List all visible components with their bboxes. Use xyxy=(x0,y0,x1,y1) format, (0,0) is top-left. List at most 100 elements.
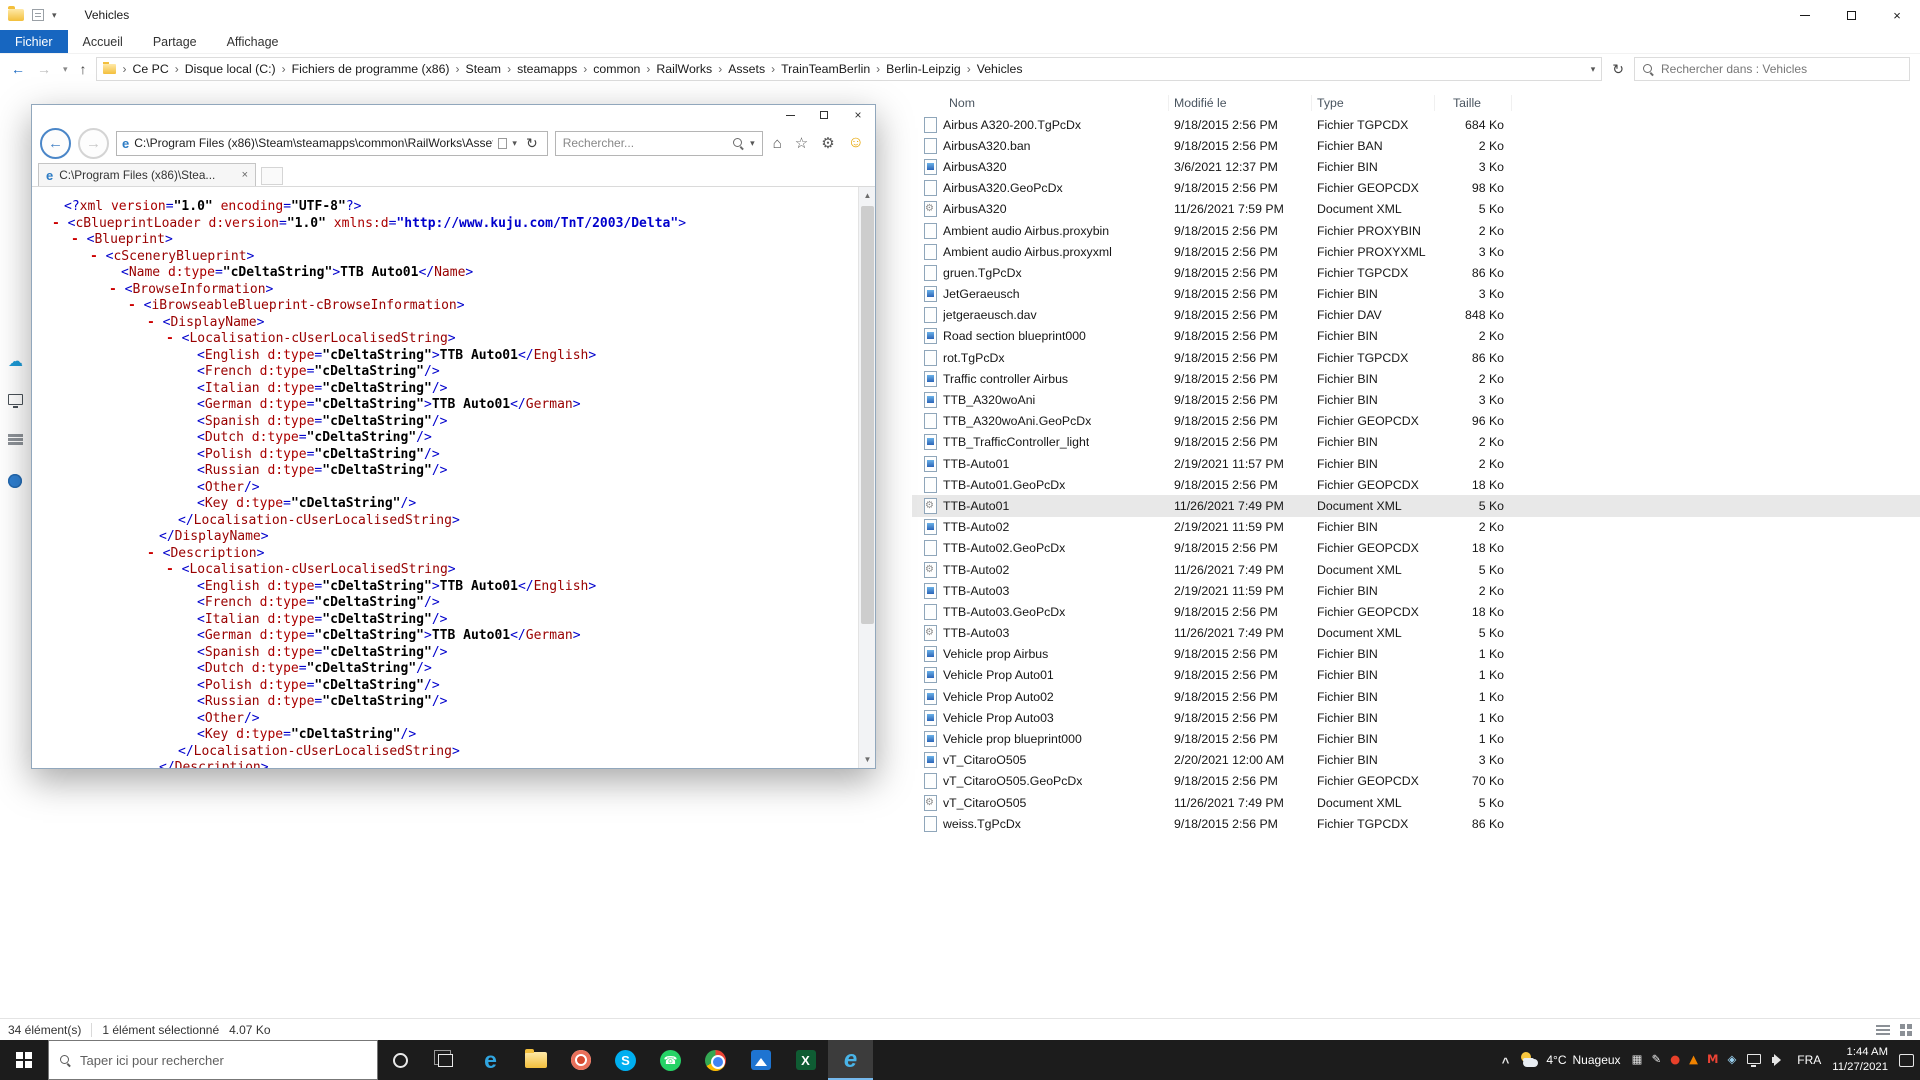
file-row[interactable]: Vehicle Prop Auto019/18/2015 2:56 PMFich… xyxy=(912,665,1920,686)
details-view-button[interactable] xyxy=(1876,1025,1890,1035)
this-pc-icon[interactable] xyxy=(8,394,23,405)
tray-grid-app-icon[interactable]: ▦ xyxy=(1632,1054,1643,1066)
xml-collapse-marker[interactable]: - xyxy=(147,315,155,330)
clock[interactable]: 1:44 AM 11/27/2021 xyxy=(1832,1045,1888,1076)
hidden-icons-chevron-icon[interactable]: ^ xyxy=(1502,1055,1510,1070)
tray-diamond-app-icon[interactable]: ◈ xyxy=(1727,1054,1736,1066)
refresh-icon[interactable]: ↻ xyxy=(1608,61,1628,78)
tab-partage[interactable]: Partage xyxy=(138,30,212,53)
file-row[interactable]: TTB-Auto022/19/2021 11:59 PMFichier BIN2… xyxy=(912,517,1920,538)
recent-locations-chevron-icon[interactable]: ▾ xyxy=(60,65,71,74)
tray-orange-app-icon[interactable]: ▲ xyxy=(1689,1054,1698,1066)
ie-forward-button[interactable]: → xyxy=(78,128,109,159)
whatsapp-taskbar-button[interactable]: ☎ xyxy=(648,1040,693,1080)
skype-taskbar-button[interactable]: S xyxy=(603,1040,648,1080)
back-button[interactable]: ← xyxy=(8,62,28,76)
file-row[interactable]: Ambient audio Airbus.proxybin9/18/2015 2… xyxy=(912,220,1920,241)
tab-fichier[interactable]: Fichier xyxy=(0,30,68,53)
ie-tab-close-icon[interactable]: × xyxy=(242,169,248,181)
breadcrumb-item[interactable]: Assets xyxy=(725,62,768,76)
breadcrumb-item[interactable]: Ce PC xyxy=(130,62,172,76)
breadcrumb-chevron-icon[interactable]: › xyxy=(120,62,130,76)
edge-taskbar-button[interactable]: e xyxy=(468,1040,513,1080)
xml-collapse-marker[interactable]: - xyxy=(166,562,174,577)
file-row[interactable]: vT_CitaroO50511/26/2021 7:49 PMDocument … xyxy=(912,792,1920,813)
column-header-name[interactable]: Nom xyxy=(912,95,1169,111)
file-row[interactable]: Ambient audio Airbus.proxyxml9/18/2015 2… xyxy=(912,241,1920,262)
file-row[interactable]: AirbusA320.ban9/18/2015 2:56 PMFichier B… xyxy=(912,135,1920,156)
onedrive-icon[interactable]: ☁ xyxy=(8,352,23,370)
breadcrumb-chevron-icon[interactable]: › xyxy=(279,62,289,76)
file-row[interactable]: TTB-Auto03.GeoPcDx9/18/2015 2:56 PMFichi… xyxy=(912,601,1920,622)
photos-taskbar-button[interactable] xyxy=(738,1040,783,1080)
file-row[interactable]: TTB_TrafficController_light9/18/2015 2:5… xyxy=(912,432,1920,453)
breadcrumb-chevron-icon[interactable]: › xyxy=(768,62,778,76)
breadcrumb-chevron-icon[interactable]: › xyxy=(580,62,590,76)
ie-tab[interactable]: e C:\Program Files (x86)\Stea... × xyxy=(38,163,256,186)
volume-icon[interactable] xyxy=(1772,1054,1786,1066)
qat-customize-chevron-icon[interactable]: ▾ xyxy=(52,10,57,21)
breadcrumb-item[interactable]: Disque local (C:) xyxy=(182,62,279,76)
file-row[interactable]: vT_CitaroO505.GeoPcDx9/18/2015 2:56 PMFi… xyxy=(912,771,1920,792)
file-row[interactable]: AirbusA32011/26/2021 7:59 PMDocument XML… xyxy=(912,199,1920,220)
file-row[interactable]: Vehicle Prop Auto029/18/2015 2:56 PMFich… xyxy=(912,686,1920,707)
up-button[interactable]: ↑ xyxy=(77,62,90,76)
breadcrumb-chevron-icon[interactable]: › xyxy=(172,62,182,76)
ie-refresh-icon[interactable]: ↻ xyxy=(522,135,542,152)
ie-back-button[interactable]: ← xyxy=(40,128,71,159)
file-row[interactable]: rot.TgPcDx9/18/2015 2:56 PMFichier TGPCD… xyxy=(912,347,1920,368)
file-row[interactable]: Vehicle Prop Auto039/18/2015 2:56 PMFich… xyxy=(912,707,1920,728)
file-row[interactable]: Airbus A320-200.TgPcDx9/18/2015 2:56 PMF… xyxy=(912,114,1920,135)
feedback-smiley-icon[interactable]: ☺ xyxy=(845,134,867,152)
chrome-taskbar-button[interactable] xyxy=(693,1040,738,1080)
tab-accueil[interactable]: Accueil xyxy=(68,30,138,53)
task-view-button[interactable] xyxy=(423,1040,468,1080)
taskbar-search-box[interactable]: Taper ici pour rechercher xyxy=(48,1040,378,1080)
file-row[interactable]: Traffic controller Airbus9/18/2015 2:56 … xyxy=(912,368,1920,389)
address-autocomplete-chevron-icon[interactable]: ▾ xyxy=(512,138,517,149)
ie-maximize-button[interactable] xyxy=(807,105,841,125)
file-row[interactable]: Vehicle prop blueprint0009/18/2015 2:56 … xyxy=(912,728,1920,749)
start-button[interactable] xyxy=(0,1040,48,1080)
breadcrumb-chevron-icon[interactable]: › xyxy=(453,62,463,76)
xml-collapse-marker[interactable]: - xyxy=(90,249,98,264)
column-header-modified[interactable]: Modifié le xyxy=(1169,95,1312,111)
excel-taskbar-button[interactable]: X xyxy=(783,1040,828,1080)
vertical-scrollbar[interactable]: ▲ ▼ xyxy=(858,187,875,768)
libraries-icon[interactable] xyxy=(8,434,23,445)
ie-address-bar[interactable]: e C:\Program Files (x86)\Steam\steamapps… xyxy=(116,131,548,156)
file-row[interactable]: jetgeraeusch.dav9/18/2015 2:56 PMFichier… xyxy=(912,305,1920,326)
favorites-star-icon[interactable]: ☆ xyxy=(792,134,811,152)
file-row[interactable]: TTB-Auto02.GeoPcDx9/18/2015 2:56 PMFichi… xyxy=(912,538,1920,559)
file-explorer-taskbar-button[interactable] xyxy=(513,1040,558,1080)
xml-collapse-marker[interactable]: - xyxy=(71,232,79,247)
red-app-taskbar-button[interactable] xyxy=(558,1040,603,1080)
file-row[interactable]: TTB_A320woAni.GeoPcDx9/18/2015 2:56 PMFi… xyxy=(912,411,1920,432)
compatibility-view-icon[interactable] xyxy=(498,138,507,149)
large-icons-view-button[interactable] xyxy=(1900,1024,1912,1036)
xml-collapse-marker[interactable]: - xyxy=(52,216,60,231)
breadcrumb-chevron-icon[interactable]: › xyxy=(504,62,514,76)
file-row[interactable]: AirbusA3203/6/2021 12:37 PMFichier BIN3 … xyxy=(912,156,1920,177)
folder-properties-icon[interactable] xyxy=(32,9,44,21)
tray-red-app-icon[interactable]: ● xyxy=(1670,1054,1680,1066)
scrollbar-thumb[interactable] xyxy=(861,206,874,624)
breadcrumb-item[interactable]: Berlin-Leipzig xyxy=(883,62,964,76)
xml-collapse-marker[interactable]: - xyxy=(128,298,136,313)
tray-gmail-icon[interactable]: M xyxy=(1707,1054,1718,1066)
forward-button[interactable]: → xyxy=(34,62,54,76)
breadcrumb-chevron-icon[interactable]: › xyxy=(715,62,725,76)
weather-widget[interactable]: 4°C Nuageux xyxy=(1520,1052,1620,1068)
file-row[interactable]: JetGeraeusch9/18/2015 2:56 PMFichier BIN… xyxy=(912,284,1920,305)
minimize-button[interactable] xyxy=(1782,0,1828,30)
file-row[interactable]: vT_CitaroO5052/20/2021 12:00 AMFichier B… xyxy=(912,750,1920,771)
breadcrumb-item[interactable]: common xyxy=(590,62,643,76)
file-row[interactable]: TTB-Auto0211/26/2021 7:49 PMDocument XML… xyxy=(912,559,1920,580)
file-row[interactable]: AirbusA320.GeoPcDx9/18/2015 2:56 PMFichi… xyxy=(912,178,1920,199)
file-row[interactable]: Road section blueprint0009/18/2015 2:56 … xyxy=(912,326,1920,347)
ie-taskbar-button[interactable]: e xyxy=(828,1040,873,1080)
file-row[interactable]: TTB-Auto032/19/2021 11:59 PMFichier BIN2… xyxy=(912,580,1920,601)
file-row[interactable]: TTB-Auto012/19/2021 11:57 PMFichier BIN2… xyxy=(912,453,1920,474)
scroll-up-arrow-icon[interactable]: ▲ xyxy=(859,187,875,204)
breadcrumb-item[interactable]: TrainTeamBerlin xyxy=(778,62,873,76)
